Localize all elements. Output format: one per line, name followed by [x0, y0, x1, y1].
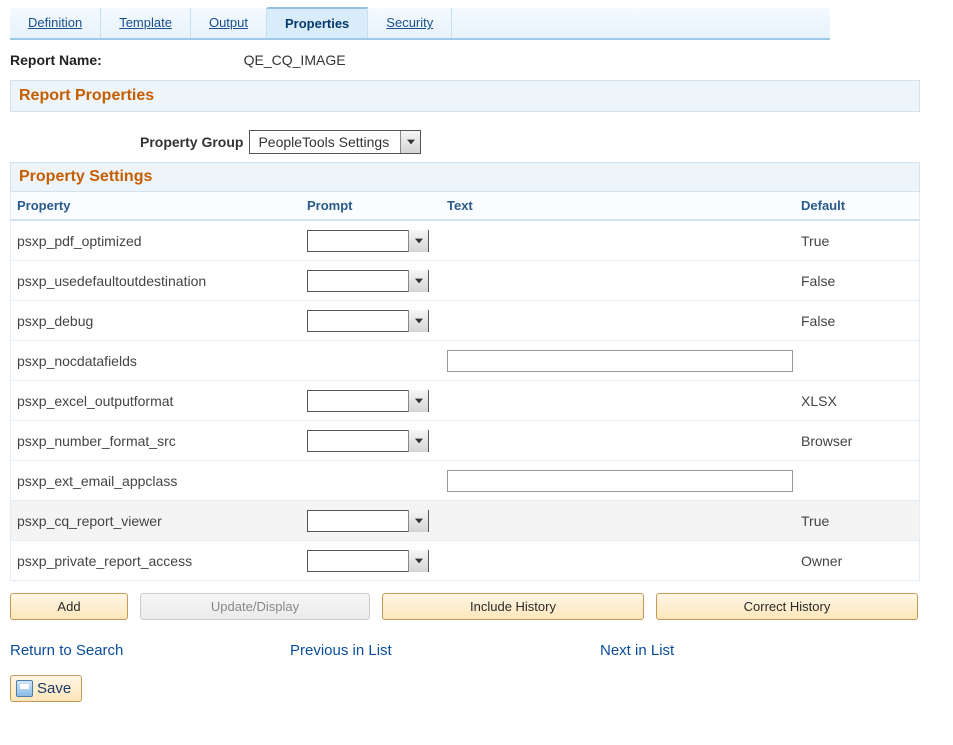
property-cell: psxp_usedefaultoutdestination: [11, 267, 301, 295]
property-settings-grid: Property Settings Property Prompt Text D…: [10, 162, 920, 581]
col-header-default: Default: [795, 192, 915, 219]
property-cell: psxp_private_report_access: [11, 547, 301, 575]
default-cell: Owner: [795, 547, 915, 575]
property-group-row: Property Group PeopleTools Settings: [10, 130, 943, 154]
table-row: psxp_excel_outputformat XLSX: [10, 381, 920, 421]
property-cell: psxp_number_format_src: [11, 427, 301, 455]
text-cell: [441, 397, 795, 405]
prompt-cell: [301, 357, 441, 365]
dropdown-icon: [408, 550, 428, 572]
save-button[interactable]: Save: [10, 675, 82, 702]
dropdown-icon: [408, 230, 428, 252]
dropdown-icon: [408, 310, 428, 332]
tab-definition[interactable]: Definition: [10, 8, 101, 38]
table-row: psxp_nocdatafields: [10, 341, 920, 381]
prompt-cell: [301, 477, 441, 485]
text-cell: [441, 277, 795, 285]
section-property-settings: Property Settings: [10, 162, 920, 192]
grid-header: Property Prompt Text Default: [10, 192, 920, 221]
col-header-text: Text: [441, 192, 795, 219]
prompt-select[interactable]: [307, 310, 429, 332]
tab-properties[interactable]: Properties: [267, 7, 368, 38]
default-cell: [795, 355, 915, 367]
prompt-select[interactable]: [307, 230, 429, 252]
table-row: psxp_usedefaultoutdestination False: [10, 261, 920, 301]
update-display-button: Update/Display: [140, 593, 370, 620]
text-cell: [441, 517, 795, 525]
nav-links-row: Return to Search Previous in List Next i…: [10, 642, 920, 659]
section-report-properties: Report Properties: [10, 80, 920, 112]
table-row: psxp_debug False: [10, 301, 920, 341]
text-cell: [441, 317, 795, 325]
property-group-value: PeopleTools Settings: [250, 134, 400, 150]
default-cell: XLSX: [795, 387, 915, 415]
tab-output[interactable]: Output: [191, 8, 267, 38]
prompt-select[interactable]: [307, 390, 429, 412]
default-cell: True: [795, 227, 915, 255]
prompt-cell: [301, 225, 441, 256]
report-name-row: Report Name: QE_CQ_IMAGE: [10, 52, 943, 68]
report-name-value: QE_CQ_IMAGE: [244, 52, 346, 68]
table-row: psxp_pdf_optimized True: [10, 221, 920, 261]
tabs-bar: Definition Template Output Properties Se…: [10, 8, 830, 40]
col-header-prompt: Prompt: [301, 192, 441, 219]
default-cell: Browser: [795, 427, 915, 455]
text-cell: [441, 437, 795, 445]
text-input[interactable]: [447, 470, 793, 492]
table-row: psxp_number_format_src Browser: [10, 421, 920, 461]
dropdown-icon: [400, 131, 420, 153]
dropdown-icon: [408, 390, 428, 412]
prompt-cell: [301, 305, 441, 336]
action-button-row: Add Update/Display Include History Corre…: [10, 593, 920, 620]
col-header-property: Property: [11, 192, 301, 219]
add-button[interactable]: Add: [10, 593, 128, 620]
text-cell: [441, 346, 795, 376]
text-input[interactable]: [447, 350, 793, 372]
save-label: Save: [37, 680, 71, 697]
default-cell: False: [795, 307, 915, 335]
prompt-cell: [301, 385, 441, 416]
prompt-cell: [301, 545, 441, 576]
property-cell: psxp_nocdatafields: [11, 347, 301, 375]
dropdown-icon: [408, 510, 428, 532]
prompt-select[interactable]: [307, 270, 429, 292]
prompt-select[interactable]: [307, 510, 429, 532]
default-cell: True: [795, 507, 915, 535]
property-group-select[interactable]: PeopleTools Settings: [249, 130, 421, 154]
table-row: psxp_ext_email_appclass: [10, 461, 920, 501]
text-cell: [441, 557, 795, 565]
table-row: psxp_cq_report_viewer True: [10, 501, 920, 541]
property-cell: psxp_ext_email_appclass: [11, 467, 301, 495]
text-cell: [441, 237, 795, 245]
property-cell: psxp_cq_report_viewer: [11, 507, 301, 535]
save-row: Save: [10, 675, 943, 702]
dropdown-icon: [408, 270, 428, 292]
default-cell: [795, 475, 915, 487]
property-cell: psxp_excel_outputformat: [11, 387, 301, 415]
return-to-search-link[interactable]: Return to Search: [10, 642, 290, 659]
prompt-select[interactable]: [307, 430, 429, 452]
tab-template[interactable]: Template: [101, 8, 191, 38]
prompt-cell: [301, 265, 441, 296]
save-icon: [16, 680, 33, 697]
property-group-label: Property Group: [140, 134, 243, 150]
next-in-list-link[interactable]: Next in List: [600, 642, 674, 659]
dropdown-icon: [408, 430, 428, 452]
property-cell: psxp_debug: [11, 307, 301, 335]
table-row: psxp_private_report_access Owner: [10, 541, 920, 581]
correct-history-button[interactable]: Correct History: [656, 593, 918, 620]
property-cell: psxp_pdf_optimized: [11, 227, 301, 255]
previous-in-list-link[interactable]: Previous in List: [290, 642, 600, 659]
include-history-button[interactable]: Include History: [382, 593, 644, 620]
tab-security[interactable]: Security: [368, 8, 452, 38]
prompt-cell: [301, 425, 441, 456]
prompt-select[interactable]: [307, 550, 429, 572]
default-cell: False: [795, 267, 915, 295]
text-cell: [441, 466, 795, 496]
report-name-label: Report Name:: [10, 52, 240, 68]
prompt-cell: [301, 505, 441, 536]
